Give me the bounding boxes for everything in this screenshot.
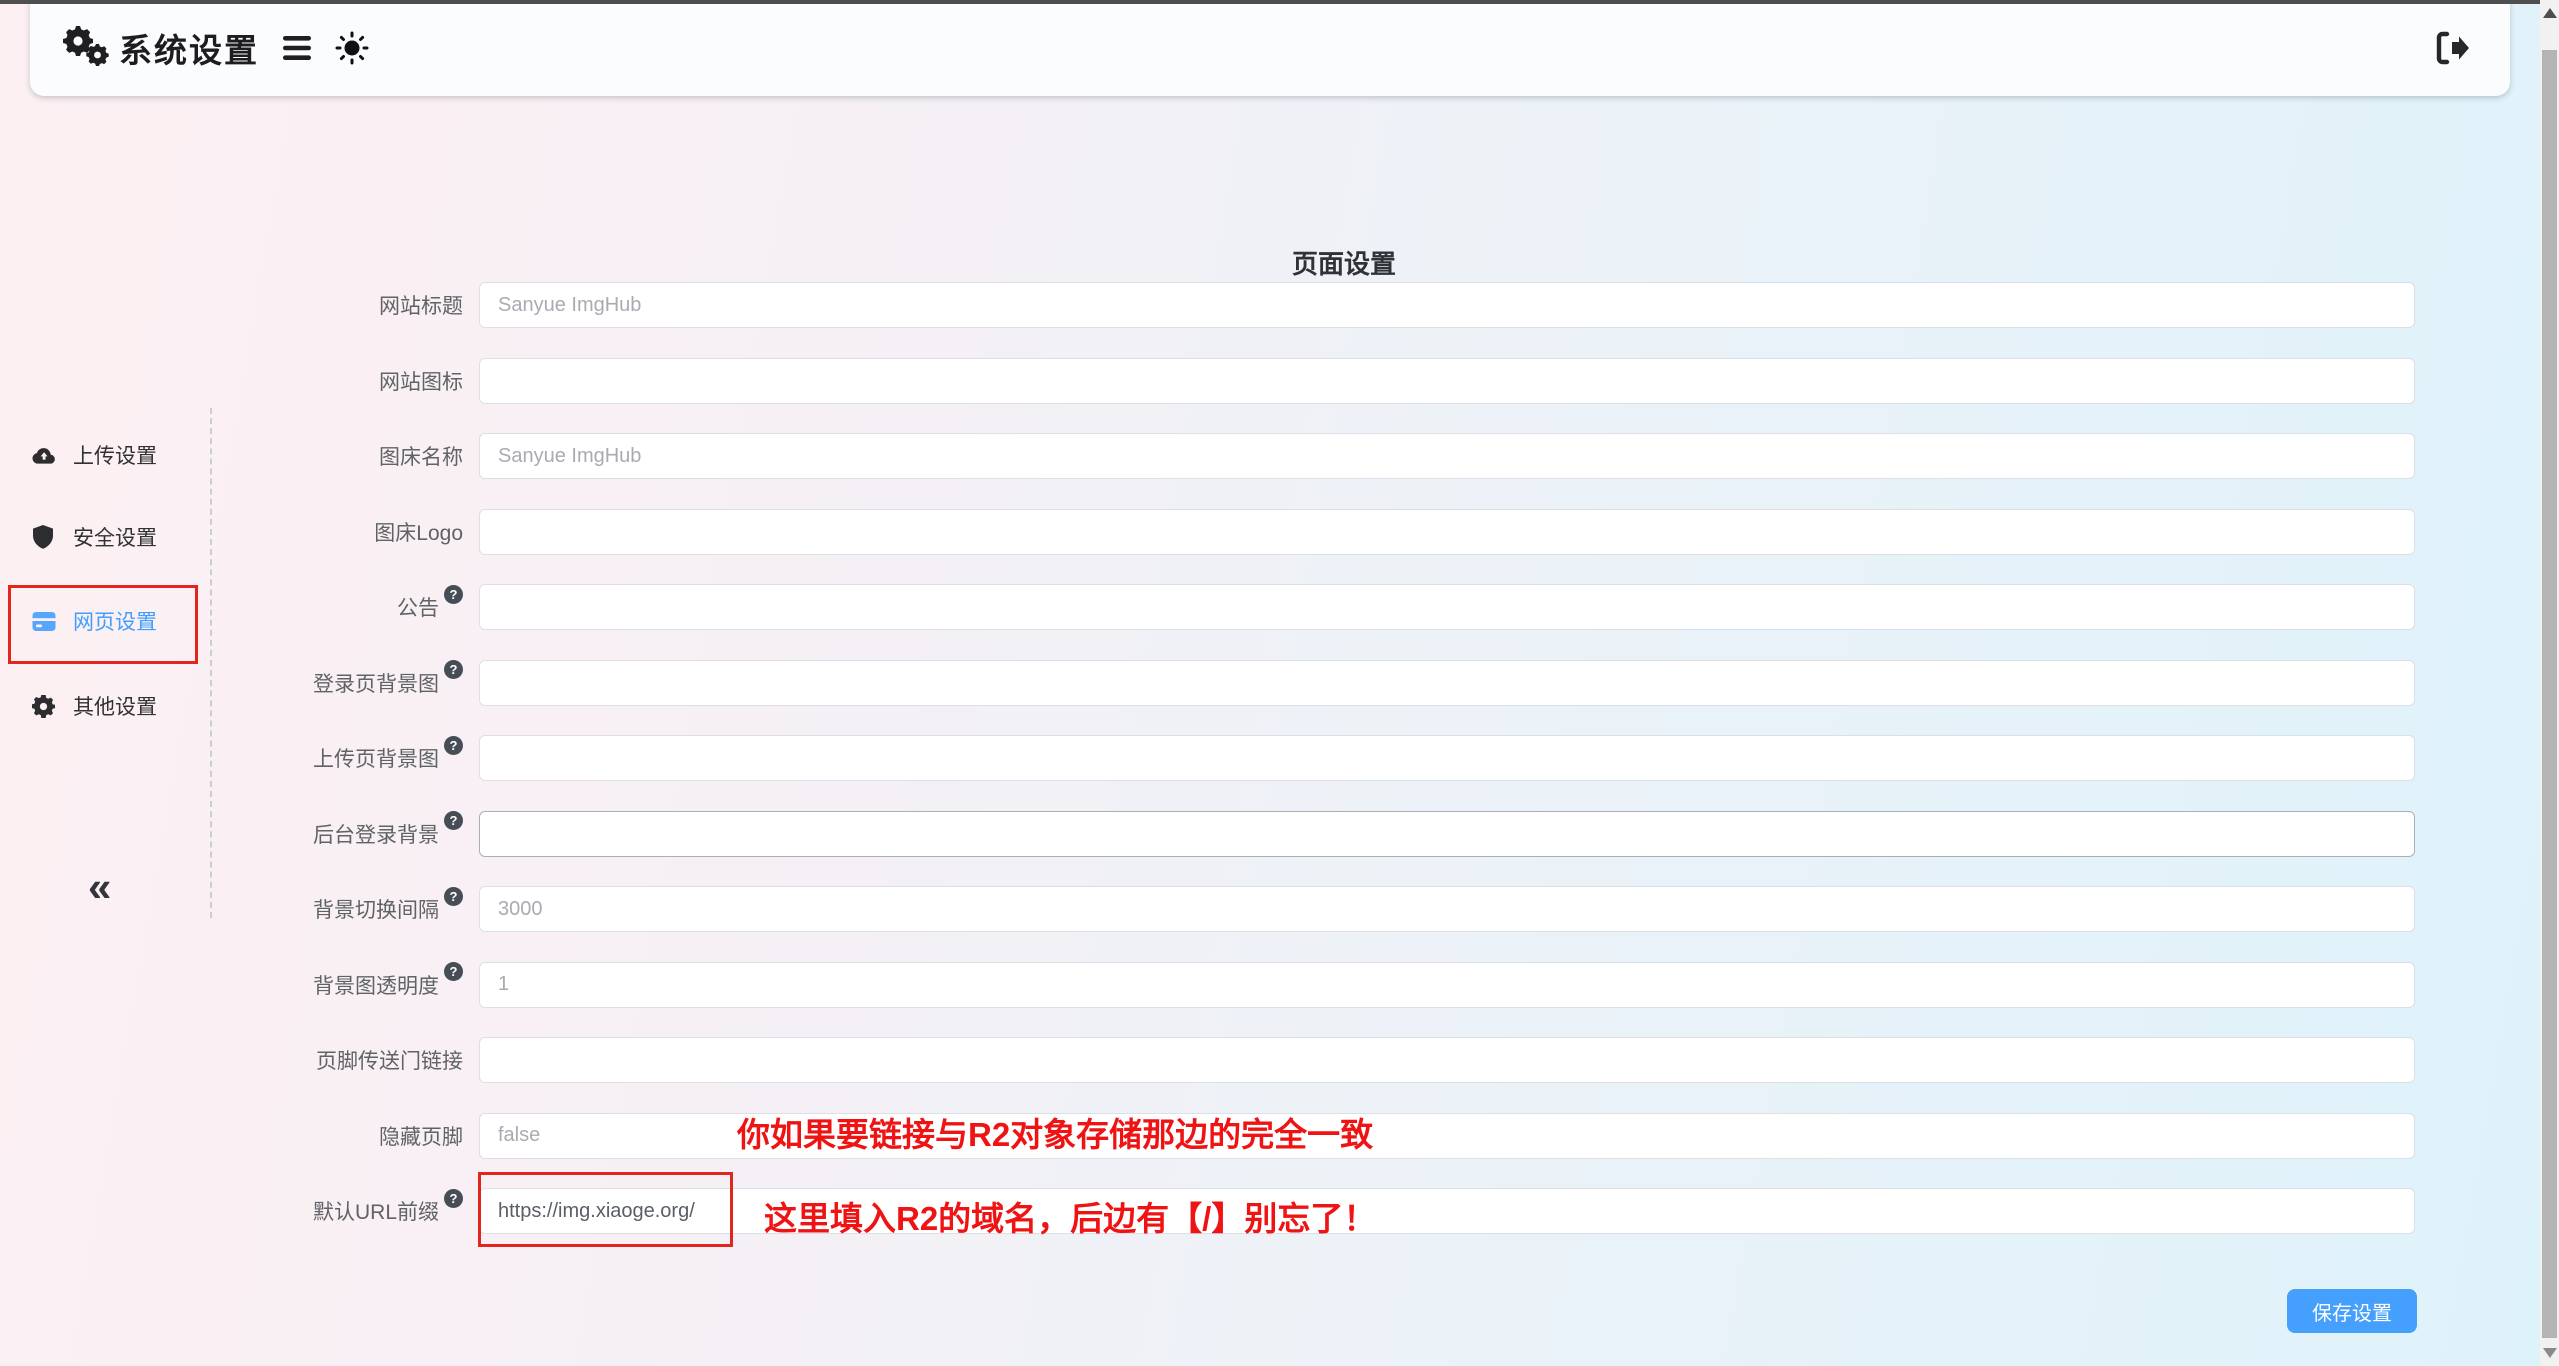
field-input[interactable] <box>479 282 2415 328</box>
field-label: 隐藏页脚 <box>0 1113 463 1159</box>
form-row: 背景图透明度? <box>0 962 2430 1008</box>
field-input[interactable] <box>479 1188 2415 1234</box>
field-input[interactable] <box>479 1113 2415 1159</box>
field-label: 背景切换间隔? <box>0 886 463 932</box>
form-row: 登录页背景图? <box>0 660 2430 706</box>
form-row: 页脚传送门链接 <box>0 1037 2430 1083</box>
field-label-text: 页脚传送门链接 <box>316 1045 463 1075</box>
scrollbar-thumb[interactable] <box>2542 50 2557 1338</box>
help-icon[interactable]: ? <box>444 811 463 830</box>
field-label-text: 图床名称 <box>379 441 463 471</box>
page-root: 系统设置 上传设置安全设置网页设 <box>0 0 2559 1366</box>
theme-sun-icon[interactable] <box>335 31 369 65</box>
scrollbar-up-arrow-icon[interactable] <box>2543 8 2557 18</box>
field-input[interactable] <box>479 1037 2415 1083</box>
field-input[interactable] <box>479 358 2415 404</box>
menu-icon[interactable] <box>281 34 313 62</box>
field-label: 登录页背景图? <box>0 660 463 706</box>
form-row: 后台登录背景? <box>0 811 2430 857</box>
help-icon[interactable]: ? <box>444 660 463 679</box>
window-top-edge <box>0 0 2540 4</box>
field-label: 默认URL前缀? <box>0 1188 463 1234</box>
field-label-text: 背景图透明度 <box>313 970 439 1000</box>
form-row: 上传页背景图? <box>0 735 2430 781</box>
field-label-text: 图床Logo <box>374 517 463 547</box>
field-input[interactable] <box>479 811 2415 857</box>
scrollbar[interactable] <box>2540 0 2559 1366</box>
form-title: 页面设置 <box>1292 244 1396 281</box>
field-label: 背景图透明度? <box>0 962 463 1008</box>
field-input[interactable] <box>479 584 2415 630</box>
logout-icon[interactable] <box>2434 31 2470 65</box>
app-title: 系统设置 <box>119 24 259 72</box>
field-label-text: 后台登录背景 <box>313 819 439 849</box>
field-label: 上传页背景图? <box>0 735 463 781</box>
help-icon[interactable]: ? <box>444 887 463 906</box>
field-label-text: 网站图标 <box>379 366 463 396</box>
form-row: 默认URL前缀? <box>0 1188 2430 1234</box>
form-row: 网站图标 <box>0 358 2430 404</box>
form-row: 网站标题 <box>0 282 2430 328</box>
help-icon[interactable]: ? <box>444 962 463 981</box>
field-label: 页脚传送门链接 <box>0 1037 463 1083</box>
help-icon[interactable]: ? <box>444 736 463 755</box>
field-label: 网站图标 <box>0 358 463 404</box>
field-label: 公告? <box>0 584 463 630</box>
form-row: 隐藏页脚 <box>0 1113 2430 1159</box>
field-input[interactable] <box>479 660 2415 706</box>
field-label-text: 公告 <box>397 592 439 622</box>
field-label: 网站标题 <box>0 282 463 328</box>
settings-gears-icon <box>63 26 113 70</box>
header: 系统设置 <box>30 0 2510 96</box>
field-label-text: 登录页背景图 <box>313 668 439 698</box>
help-icon[interactable]: ? <box>444 1189 463 1208</box>
field-label: 图床Logo <box>0 509 463 555</box>
field-label: 后台登录背景? <box>0 811 463 857</box>
save-settings-button[interactable]: 保存设置 <box>2287 1289 2417 1333</box>
form-row: 图床Logo <box>0 509 2430 555</box>
field-input[interactable] <box>479 509 2415 555</box>
field-label-text: 隐藏页脚 <box>379 1121 463 1151</box>
field-label-text: 默认URL前缀 <box>313 1196 439 1226</box>
field-input[interactable] <box>479 962 2415 1008</box>
field-label-text: 背景切换间隔 <box>313 894 439 924</box>
field-input[interactable] <box>479 735 2415 781</box>
field-label: 图床名称 <box>0 433 463 479</box>
form-row: 公告? <box>0 584 2430 630</box>
field-label-text: 网站标题 <box>379 290 463 320</box>
field-label-text: 上传页背景图 <box>313 743 439 773</box>
field-input[interactable] <box>479 433 2415 479</box>
scrollbar-down-arrow-icon[interactable] <box>2543 1348 2557 1358</box>
help-icon[interactable]: ? <box>444 585 463 604</box>
form-row: 图床名称 <box>0 433 2430 479</box>
field-input[interactable] <box>479 886 2415 932</box>
form-row: 背景切换间隔? <box>0 886 2430 932</box>
